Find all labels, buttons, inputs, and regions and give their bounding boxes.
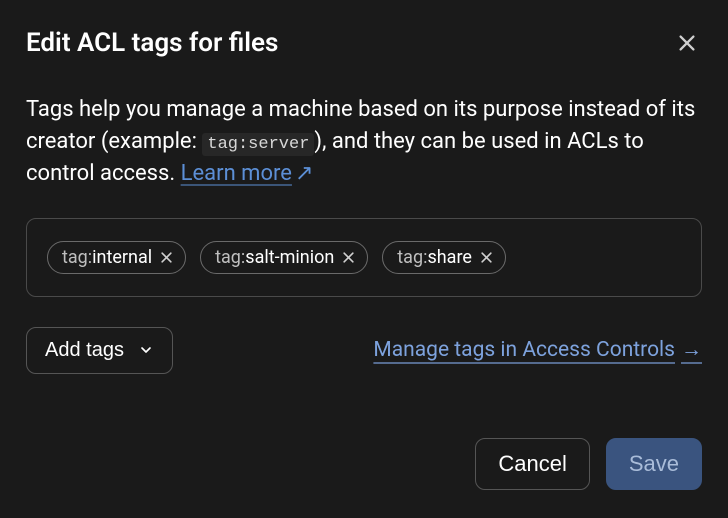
tag-prefix: tag: [62,247,92,268]
actions-row: Add tags Manage tags in Access Controls … [26,327,702,374]
save-button[interactable]: Save [606,438,702,490]
close-button[interactable] [672,28,702,58]
close-icon [480,251,493,264]
tag-pill: tag:share [382,241,506,274]
manage-tags-link[interactable]: Manage tags in Access Controls → [373,338,702,362]
tag-pill: tag:salt-minion [200,241,368,274]
dialog-description: Tags help you manage a machine based on … [26,94,702,190]
tag-name: share [427,247,471,268]
add-tags-button[interactable]: Add tags [26,327,173,374]
tags-container: tag:internal tag:salt-minion tag:share [26,218,702,297]
learn-more-link[interactable]: Learn more↗ [181,161,314,186]
remove-tag-button[interactable] [342,251,355,264]
arrow-right-icon: → [681,338,702,362]
tag-prefix: tag: [215,247,245,268]
remove-tag-button[interactable] [160,251,173,264]
description-code-example: tag:server [202,133,314,156]
add-tags-label: Add tags [45,339,124,362]
external-link-icon: ↗ [295,158,313,190]
tag-pill: tag:internal [47,241,186,274]
tag-prefix: tag: [397,247,427,268]
manage-link-label: Manage tags in Access Controls [373,338,675,362]
remove-tag-button[interactable] [480,251,493,264]
chevron-down-icon [138,342,154,358]
dialog-header: Edit ACL tags for files [26,28,702,58]
learn-more-label: Learn more [181,161,292,186]
close-icon [160,251,173,264]
cancel-button[interactable]: Cancel [475,438,589,490]
dialog-footer: Cancel Save [26,438,702,490]
close-icon [676,32,698,54]
tag-name: internal [92,247,152,268]
close-icon [342,251,355,264]
dialog-title: Edit ACL tags for files [26,28,278,58]
tag-name: salt-minion [245,247,334,268]
edit-acl-tags-dialog: Edit ACL tags for files Tags help you ma… [0,0,728,518]
